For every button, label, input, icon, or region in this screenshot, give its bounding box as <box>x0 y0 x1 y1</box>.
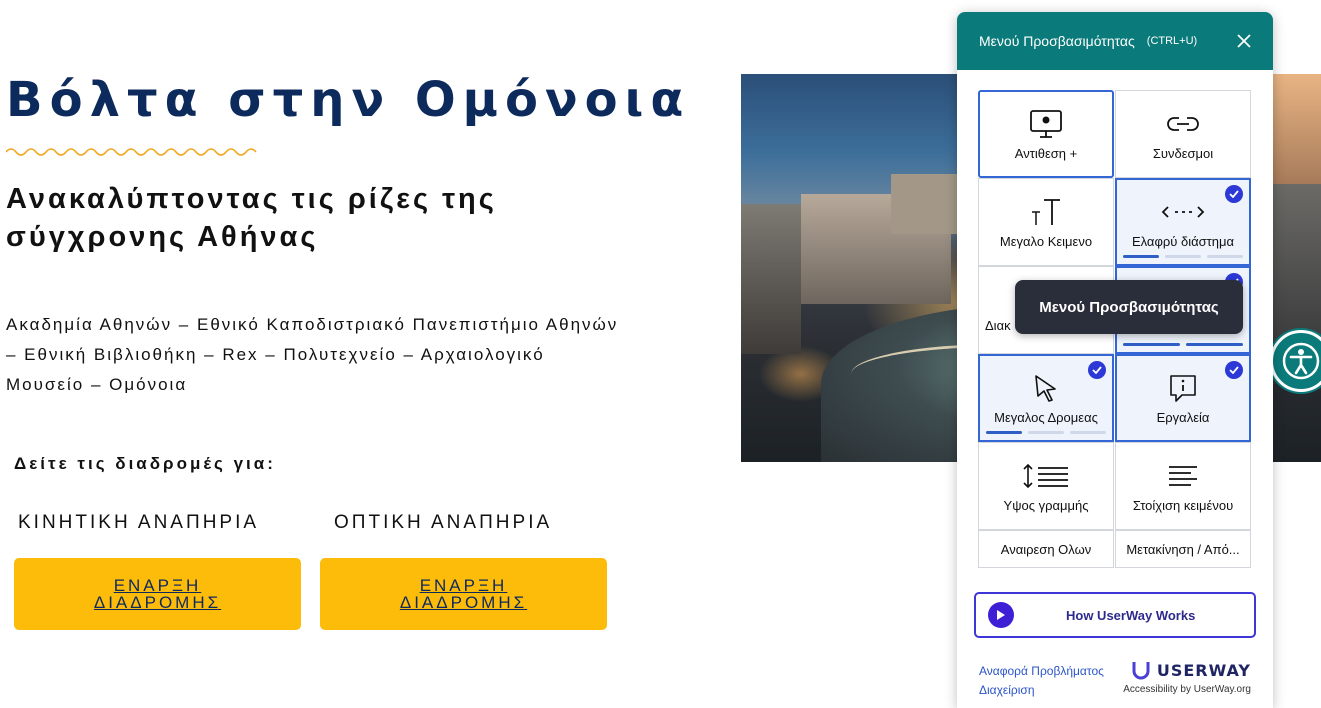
tile-label: Διακ <box>985 317 1011 333</box>
check-icon <box>1088 361 1106 379</box>
panel-header: Μενού Προσβασιμότητας (CTRL+U) <box>957 12 1273 70</box>
accessibility-options-grid: Αντιθεση + Συνδεσμοι Μεγαλο Κειμενο Ελαφ… <box>978 90 1251 618</box>
tile-label: Ελαφρύ διάστημα <box>1131 233 1235 249</box>
accessibility-person-icon <box>1282 342 1320 380</box>
tile-contrast[interactable]: Αντιθεση + <box>978 90 1114 178</box>
photo-building <box>741 204 801 354</box>
cursor-icon <box>1035 374 1056 402</box>
how-userway-works-label: How UserWay Works <box>1066 607 1196 623</box>
level-indicator <box>1123 255 1243 258</box>
panel-tooltip: Μενού Προσβασιμότητας <box>1015 280 1243 334</box>
check-icon <box>1225 361 1243 379</box>
start-route-button-visual[interactable]: ΕΝΑΡΞΗ ΔΙΑΔΡΟΜΗΣ <box>320 558 607 630</box>
tile-label: Υψος γραμμής <box>1003 497 1089 513</box>
tile-big-cursor[interactable]: Μεγαλος Δρομεας <box>978 354 1114 442</box>
page-title: Βόλτα στην Ομόνοια <box>6 72 691 128</box>
play-icon <box>988 602 1014 628</box>
start-route-button-mobility[interactable]: ΕΝΑΡΞΗ ΔΙΑΔΡΟΜΗΣ <box>14 558 301 630</box>
close-button[interactable] <box>1237 34 1251 48</box>
tile-label: Μεγαλο Κειμενο <box>999 233 1093 249</box>
page-subtitle: Ανακαλύπτοντας τις ρίζες της σύγχρονης Α… <box>6 183 497 253</box>
start-route-label: ΕΝΑΡΞΗ ΔΙΑΔΡΟΜΗΣ <box>399 576 528 612</box>
tile-links[interactable]: Συνδεσμοι <box>1115 90 1251 178</box>
report-problem-link[interactable]: Αναφορά Προβλήματος <box>979 662 1104 681</box>
tile-text-align[interactable]: Στοίχιση κειμένου <box>1115 442 1251 530</box>
line-height-icon <box>1023 463 1068 488</box>
reset-all-button[interactable]: Αναιρεση Ολων <box>978 530 1114 568</box>
decorative-squiggle <box>6 148 257 156</box>
userway-logo-icon <box>1132 662 1150 680</box>
tile-line-height[interactable]: Υψος γραμμής <box>978 442 1114 530</box>
panel-shortcut: (CTRL+U) <box>1146 35 1198 47</box>
photo-building <box>1271 74 1321 184</box>
tile-label: Στοίχιση κειμένου <box>1132 497 1234 513</box>
spacing-icon <box>1161 205 1205 218</box>
route-description: Ακαδημία Αθηνών – Εθνικό Καποδιστριακό Π… <box>6 315 619 394</box>
tile-label: Αντιθεση + <box>1014 145 1078 161</box>
userway-brand: USERWAY Accessibility by UserWay.org <box>1123 660 1251 696</box>
start-route-label: ΕΝΑΡΞΗ ΔΙΑΔΡΟΜΗΣ <box>93 576 222 612</box>
tile-label: Εργαλεία <box>1156 409 1210 425</box>
tile-big-text[interactable]: Μεγαλο Κειμενο <box>978 178 1114 266</box>
move-panel-button[interactable]: Μετακίνηση / Από... <box>1115 530 1251 568</box>
tile-label: Συνδεσμοι <box>1152 145 1214 161</box>
link-icon <box>1167 116 1199 131</box>
tile-text-spacing[interactable]: Ελαφρύ διάστημα <box>1115 178 1251 266</box>
category-label-visual: ΟΠΤΙΚΗ ΑΝΑΠΗΡΙΑ <box>334 512 553 533</box>
category-label-mobility: ΚΙΝΗΤΙΚΗ ΑΝΑΠΗΡΙΑ <box>18 512 260 533</box>
level-indicator <box>986 431 1106 434</box>
see-routes-heading: Δείτε τις διαδρομές για: <box>14 454 276 473</box>
panel-footer-links: Αναφορά Προβλήματος Διαχείριση <box>979 662 1104 700</box>
brand-tagline: Accessibility by UserWay.org <box>1123 684 1251 695</box>
tile-tooltips[interactable]: Εργαλεία <box>1115 354 1251 442</box>
how-userway-works-button[interactable]: How UserWay Works <box>974 592 1256 638</box>
tile-label: Μεγαλος Δρομεας <box>994 409 1098 425</box>
brand-name: USERWAY <box>1156 660 1251 680</box>
level-indicator <box>1123 343 1243 346</box>
accessibility-panel: Μενού Προσβασιμότητας (CTRL+U) Αντιθεση … <box>957 12 1273 708</box>
tooltip-icon <box>1170 374 1196 402</box>
text-size-icon <box>1032 198 1060 225</box>
check-icon <box>1225 185 1243 203</box>
align-icon <box>1169 465 1197 486</box>
manage-link[interactable]: Διαχείριση <box>979 681 1104 700</box>
close-icon <box>1237 34 1251 48</box>
monitor-icon <box>1030 109 1062 138</box>
panel-title: Μενού Προσβασιμότητας <box>979 33 1135 49</box>
